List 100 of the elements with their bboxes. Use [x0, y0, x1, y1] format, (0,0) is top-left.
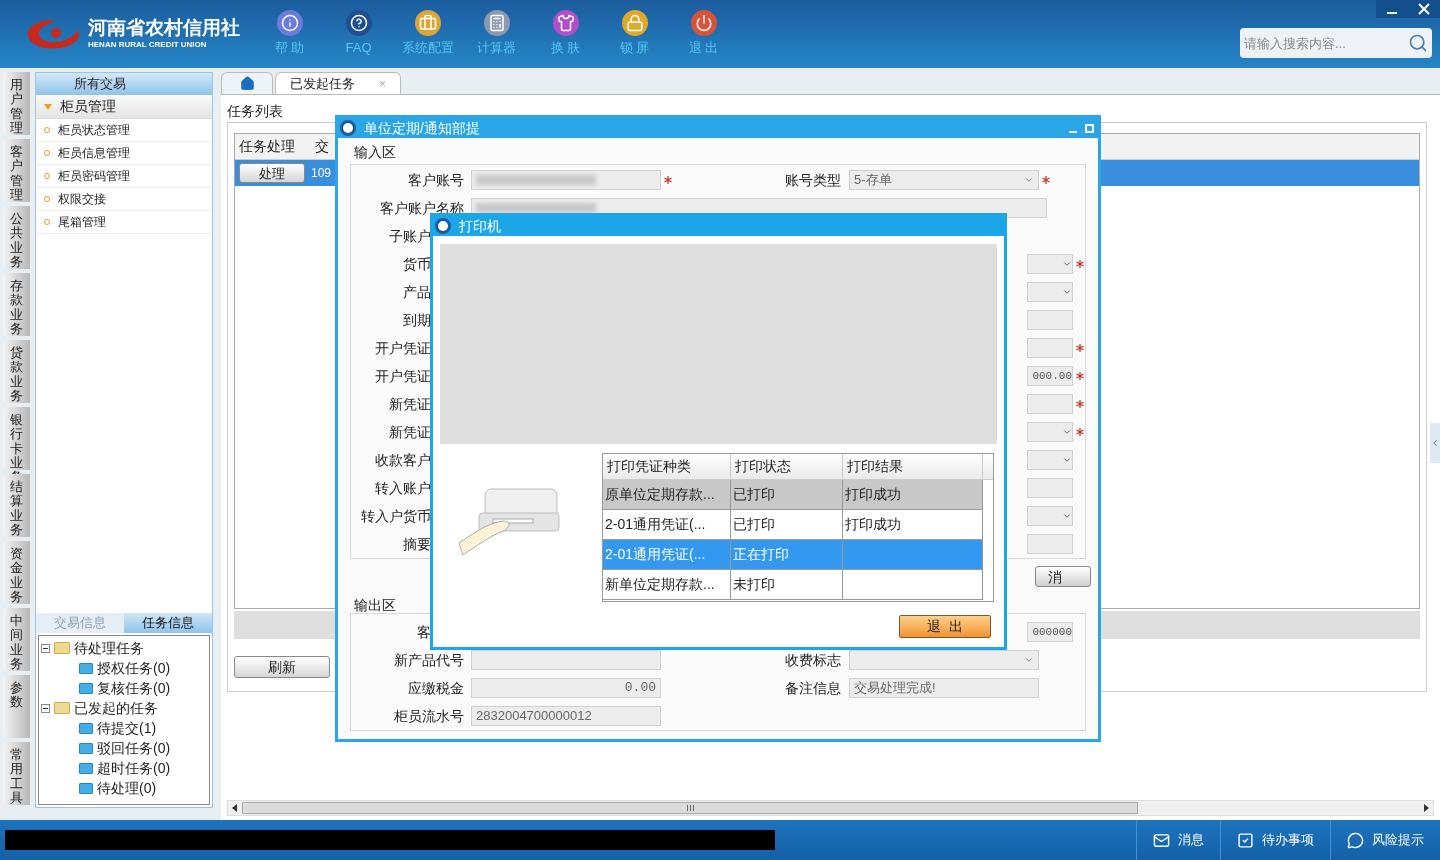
table-cell-text: 打印成功	[845, 485, 901, 504]
side-tab[interactable]: 常用工具	[3, 742, 30, 805]
field-label: 转入账户	[375, 479, 431, 496]
collapse-icon[interactable]	[41, 643, 50, 653]
dropdown-field[interactable]	[1027, 450, 1073, 470]
table-cell-text: 2-01通用凭证(...	[605, 515, 706, 534]
status-button[interactable]: 风险提示	[1330, 820, 1440, 860]
tree-item[interactable]: 已发起的任务	[74, 697, 158, 719]
search-icon	[1408, 33, 1428, 53]
menu-item[interactable]: 柜员状态管理	[36, 119, 212, 142]
tree-item[interactable]: 驳回任务(0)	[97, 737, 171, 759]
table-cell-text: 已打印	[733, 485, 775, 504]
input-field[interactable]	[1027, 338, 1073, 358]
field-label: 新产品代号	[394, 651, 464, 668]
panel-tab[interactable]: 任务信息	[124, 613, 212, 633]
table-cell-text: 109	[311, 165, 332, 182]
home-tab[interactable]	[221, 72, 273, 94]
tree-item[interactable]: 超时任务(0)	[97, 757, 171, 779]
required-icon	[1076, 372, 1084, 380]
cancel-button[interactable]: 消	[1035, 565, 1091, 587]
side-tab[interactable]: 用户管理	[3, 72, 30, 135]
dropdown-field[interactable]: 5-存单	[849, 170, 1039, 190]
input-field[interactable]	[471, 650, 661, 670]
menu-item[interactable]: 柜员信息管理	[36, 142, 212, 165]
table-row[interactable]: 新单位定期存款... 未打印	[603, 570, 983, 600]
tree-item[interactable]: 授权任务(0)	[97, 657, 171, 679]
toolbox-icon	[414, 10, 441, 37]
collapse-icon[interactable]	[41, 703, 50, 713]
side-tab[interactable]: 客户管理	[3, 139, 30, 202]
refresh-button[interactable]: 刷新	[234, 656, 330, 678]
required-icon	[1076, 344, 1084, 352]
field-label: 开户凭证	[375, 367, 431, 384]
required-icon	[664, 176, 672, 184]
field-label: 新凭证	[389, 423, 431, 440]
tree-item[interactable]: 待处理任务	[74, 637, 144, 659]
required-icon	[1076, 260, 1084, 268]
dropdown-field[interactable]	[1027, 506, 1073, 526]
field-label: 收款客户	[375, 451, 431, 468]
side-tab[interactable]: 贷款业务	[3, 340, 30, 403]
table-cell-text: 新单位定期存款...	[605, 575, 715, 594]
tree-item[interactable]: 复核任务(0)	[97, 677, 171, 699]
exit-button[interactable]: 退 出	[899, 615, 991, 638]
logo-title: 河南省农村信用社	[88, 17, 240, 39]
column-header: 打印结果	[843, 454, 983, 479]
side-tab[interactable]: 存款业务	[3, 273, 30, 336]
side-tab[interactable]: 资金业务	[3, 541, 30, 604]
app-icon	[435, 218, 451, 234]
menu-group[interactable]: 柜员管理	[36, 95, 212, 119]
status-button[interactable]: 消息	[1136, 820, 1220, 860]
status-button[interactable]: 待办事项	[1220, 820, 1330, 860]
tree-item[interactable]: 待提交(1)	[97, 717, 157, 739]
field-label: 客户账号	[408, 171, 464, 188]
table-cell-text: 打印成功	[845, 515, 901, 534]
menu-item[interactable]: 尾箱管理	[36, 211, 212, 234]
collapse-handle[interactable]	[1430, 423, 1440, 463]
side-tab[interactable]: 参数	[3, 675, 30, 738]
field-label: 货币	[403, 255, 431, 272]
folder-icon	[79, 662, 93, 674]
table-row[interactable]: 原单位定期存款... 已打印 打印成功	[603, 480, 983, 510]
section-title: 输入区	[354, 144, 396, 160]
input-field[interactable]: 000000	[1027, 622, 1073, 642]
field-label: 新凭证	[389, 395, 431, 412]
section-title: 任务列表	[227, 102, 284, 121]
input-field[interactable]	[471, 170, 661, 190]
dropdown-field[interactable]	[1027, 254, 1073, 274]
search-field[interactable]: 请输入搜索内容...	[1240, 28, 1432, 58]
input-field[interactable]	[1027, 310, 1073, 330]
required-icon	[1076, 428, 1084, 436]
input-field[interactable]	[1027, 394, 1073, 414]
tree-item[interactable]: 待处理(0)	[97, 777, 157, 799]
side-tab[interactable]: 中间业务	[3, 608, 30, 671]
input-field[interactable]: 2832004700000012	[471, 706, 661, 726]
folder-icon	[54, 702, 70, 714]
input-field[interactable]: 000.00	[1027, 366, 1073, 386]
dropdown-field[interactable]	[849, 650, 1039, 670]
column-header: 任务处理	[238, 137, 296, 156]
field-label: 备注信息	[785, 679, 841, 696]
menu-item[interactable]: 权限交接	[36, 188, 212, 211]
logo-subtitle: HENAN RURAL CREDIT UNION	[88, 39, 208, 51]
folder-icon	[79, 762, 93, 774]
dropdown-field[interactable]	[1027, 282, 1073, 302]
field-label: 产品	[403, 283, 431, 300]
input-field[interactable]	[1027, 478, 1073, 498]
side-tab[interactable]: 结算业务	[3, 474, 30, 537]
maximize-icon[interactable]	[1085, 123, 1094, 133]
power-icon	[690, 10, 717, 37]
side-tab[interactable]: 公共业务	[3, 206, 30, 269]
field-label: 应缴税金	[408, 679, 464, 696]
input-field[interactable]: 0.00	[471, 678, 661, 698]
input-field[interactable]	[1027, 534, 1073, 554]
checkbox-icon	[1237, 831, 1254, 849]
table-row[interactable]: 2-01通用凭证(... 已打印 打印成功	[603, 510, 983, 540]
menu-item[interactable]: 柜员密码管理	[36, 165, 212, 188]
dropdown-field[interactable]	[1027, 422, 1073, 442]
input-field[interactable]: 交易处理完成!	[849, 678, 1039, 698]
help-icon	[345, 10, 372, 37]
horizontal-scrollbar[interactable]	[227, 800, 1434, 816]
process-button[interactable]: 处理	[239, 163, 305, 183]
page-tab[interactable]: 已发起任务 ×	[275, 72, 401, 94]
chevron-left-icon	[1430, 438, 1440, 448]
